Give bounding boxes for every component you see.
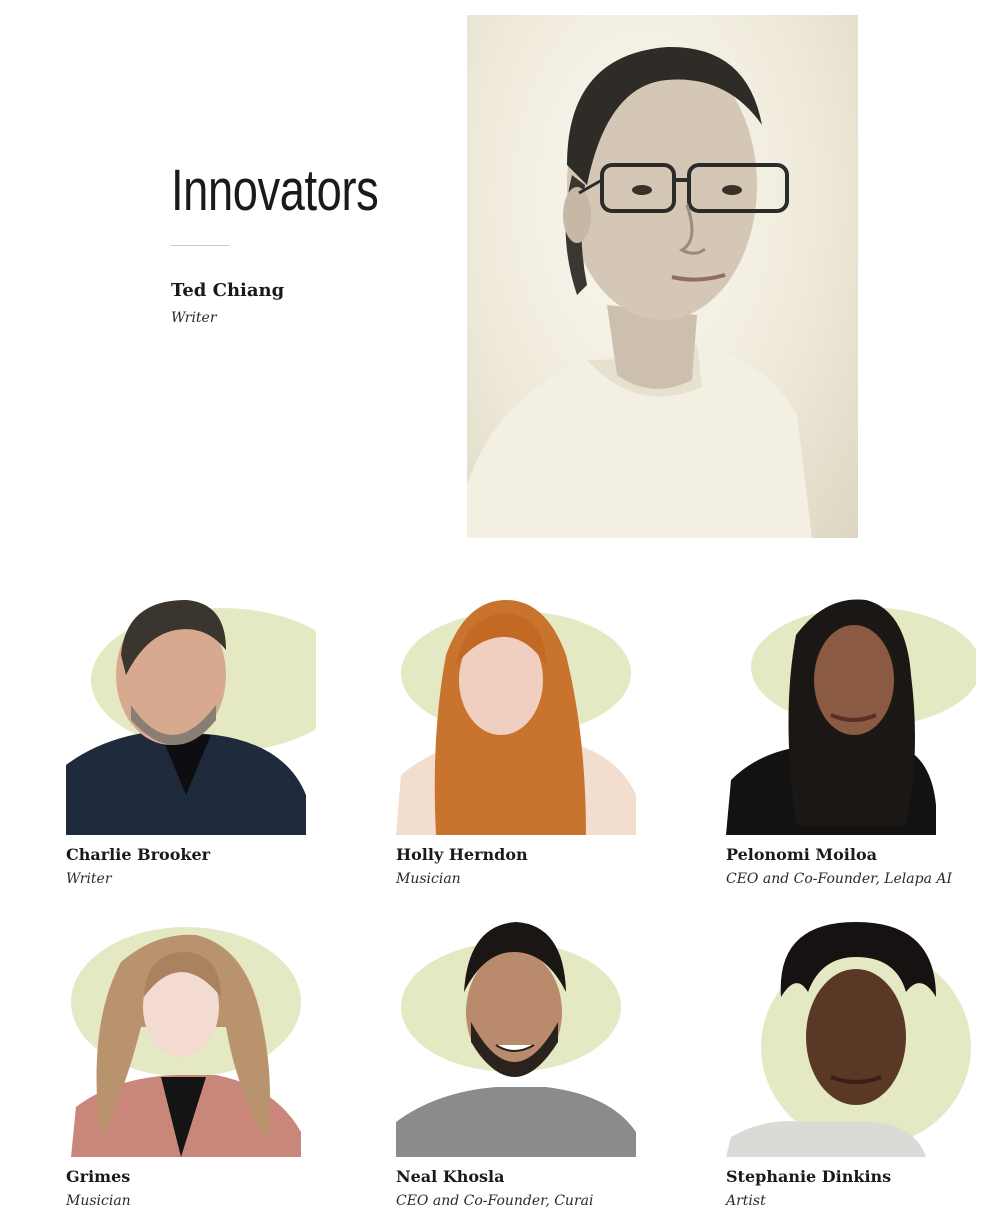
person-portrait-photo[interactable]	[66, 917, 316, 1157]
person-name[interactable]: Holly Herndon	[396, 845, 528, 864]
person-name[interactable]: Pelonomi Moiloa	[726, 845, 877, 864]
person-role: Writer	[66, 871, 112, 887]
title-divider	[171, 245, 229, 246]
featured-person-name[interactable]: Ted Chiang	[171, 280, 284, 301]
person-role: CEO and Co-Founder, Lelapa AI	[726, 871, 953, 887]
featured-person-role: Writer	[171, 310, 217, 326]
person-portrait-photo[interactable]	[396, 595, 646, 835]
person-portrait-photo[interactable]	[726, 917, 976, 1157]
person-portrait-photo[interactable]	[726, 595, 976, 835]
person-role: Artist	[726, 1193, 766, 1209]
person-portrait-photo[interactable]	[66, 595, 316, 835]
person-role: Musician	[66, 1193, 131, 1209]
featured-info: Innovators Ted Chiang Writer	[171, 150, 451, 326]
person-name[interactable]: Stephanie Dinkins	[726, 1167, 891, 1186]
page-title: Innovators	[171, 158, 379, 223]
featured-portrait-photo[interactable]	[467, 15, 858, 538]
person-role: CEO and Co-Founder, Curai	[396, 1193, 594, 1209]
person-name[interactable]: Neal Khosla	[396, 1167, 504, 1186]
person-role: Musician	[396, 871, 461, 887]
person-name[interactable]: Grimes	[66, 1167, 130, 1186]
person-name[interactable]: Charlie Brooker	[66, 845, 210, 864]
person-portrait-photo[interactable]	[396, 917, 646, 1157]
